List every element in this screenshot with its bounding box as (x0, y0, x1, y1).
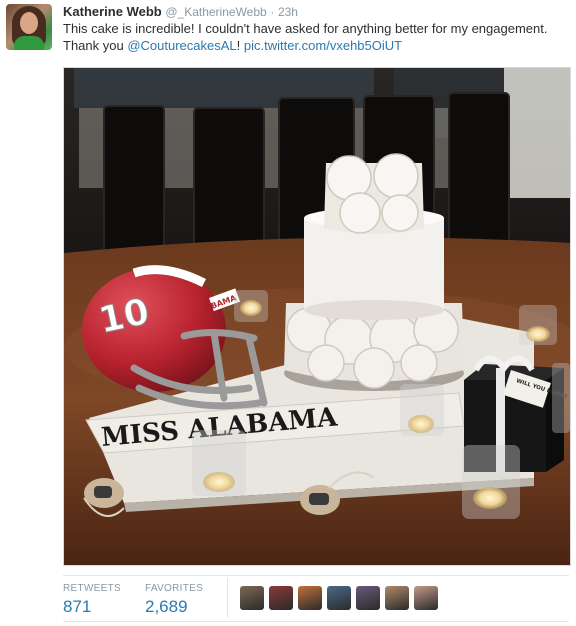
retweets-stat[interactable]: RETWEETS 871 (63, 583, 121, 617)
favoriter-avatars (240, 586, 438, 610)
stats-vertical-divider (227, 578, 228, 618)
tweet-photo[interactable]: 10 BAMA MISS ALABAMA WILL YOU MARRY ME (63, 67, 571, 566)
mention-link[interactable]: @CouturecakesAL (127, 38, 236, 53)
cake-photo-illustration: 10 BAMA MISS ALABAMA WILL YOU MARRY ME (64, 68, 570, 565)
retweets-label: RETWEETS (63, 583, 121, 594)
retweets-count[interactable]: 871 (63, 597, 121, 617)
avatar-face (20, 12, 38, 34)
author-avatar[interactable] (6, 4, 52, 50)
header-separator: · (270, 5, 275, 19)
author-name[interactable]: Katherine Webb (63, 4, 162, 19)
favorites-label: FAVORITES (145, 583, 204, 594)
avatar-dress (14, 36, 44, 50)
tweet-text-part2: ! (236, 38, 244, 53)
stats-divider-top (63, 575, 569, 576)
author-handle[interactable]: @_KatherineWebb (165, 5, 266, 19)
favorites-count[interactable]: 2,689 (145, 597, 203, 617)
tweet-text: This cake is incredible! I couldn't have… (63, 20, 568, 54)
photo-link[interactable]: pic.twitter.com/vxehb5OiUT (244, 38, 402, 53)
tweet-timestamp[interactable]: 23h (278, 5, 298, 19)
favorites-stat[interactable]: FAVORITES 2,689 (145, 583, 203, 617)
stats-divider-bottom (63, 621, 569, 622)
favoriter-avatar[interactable] (327, 586, 351, 610)
favoriter-avatar[interactable] (269, 586, 293, 610)
tweet-header: Katherine Webb @_KatherineWebb · 23h (63, 3, 568, 21)
favoriter-avatar[interactable] (356, 586, 380, 610)
favoriter-avatar[interactable] (414, 586, 438, 610)
favoriter-avatar[interactable] (385, 586, 409, 610)
favoriter-avatar[interactable] (240, 586, 264, 610)
favoriter-avatar[interactable] (298, 586, 322, 610)
